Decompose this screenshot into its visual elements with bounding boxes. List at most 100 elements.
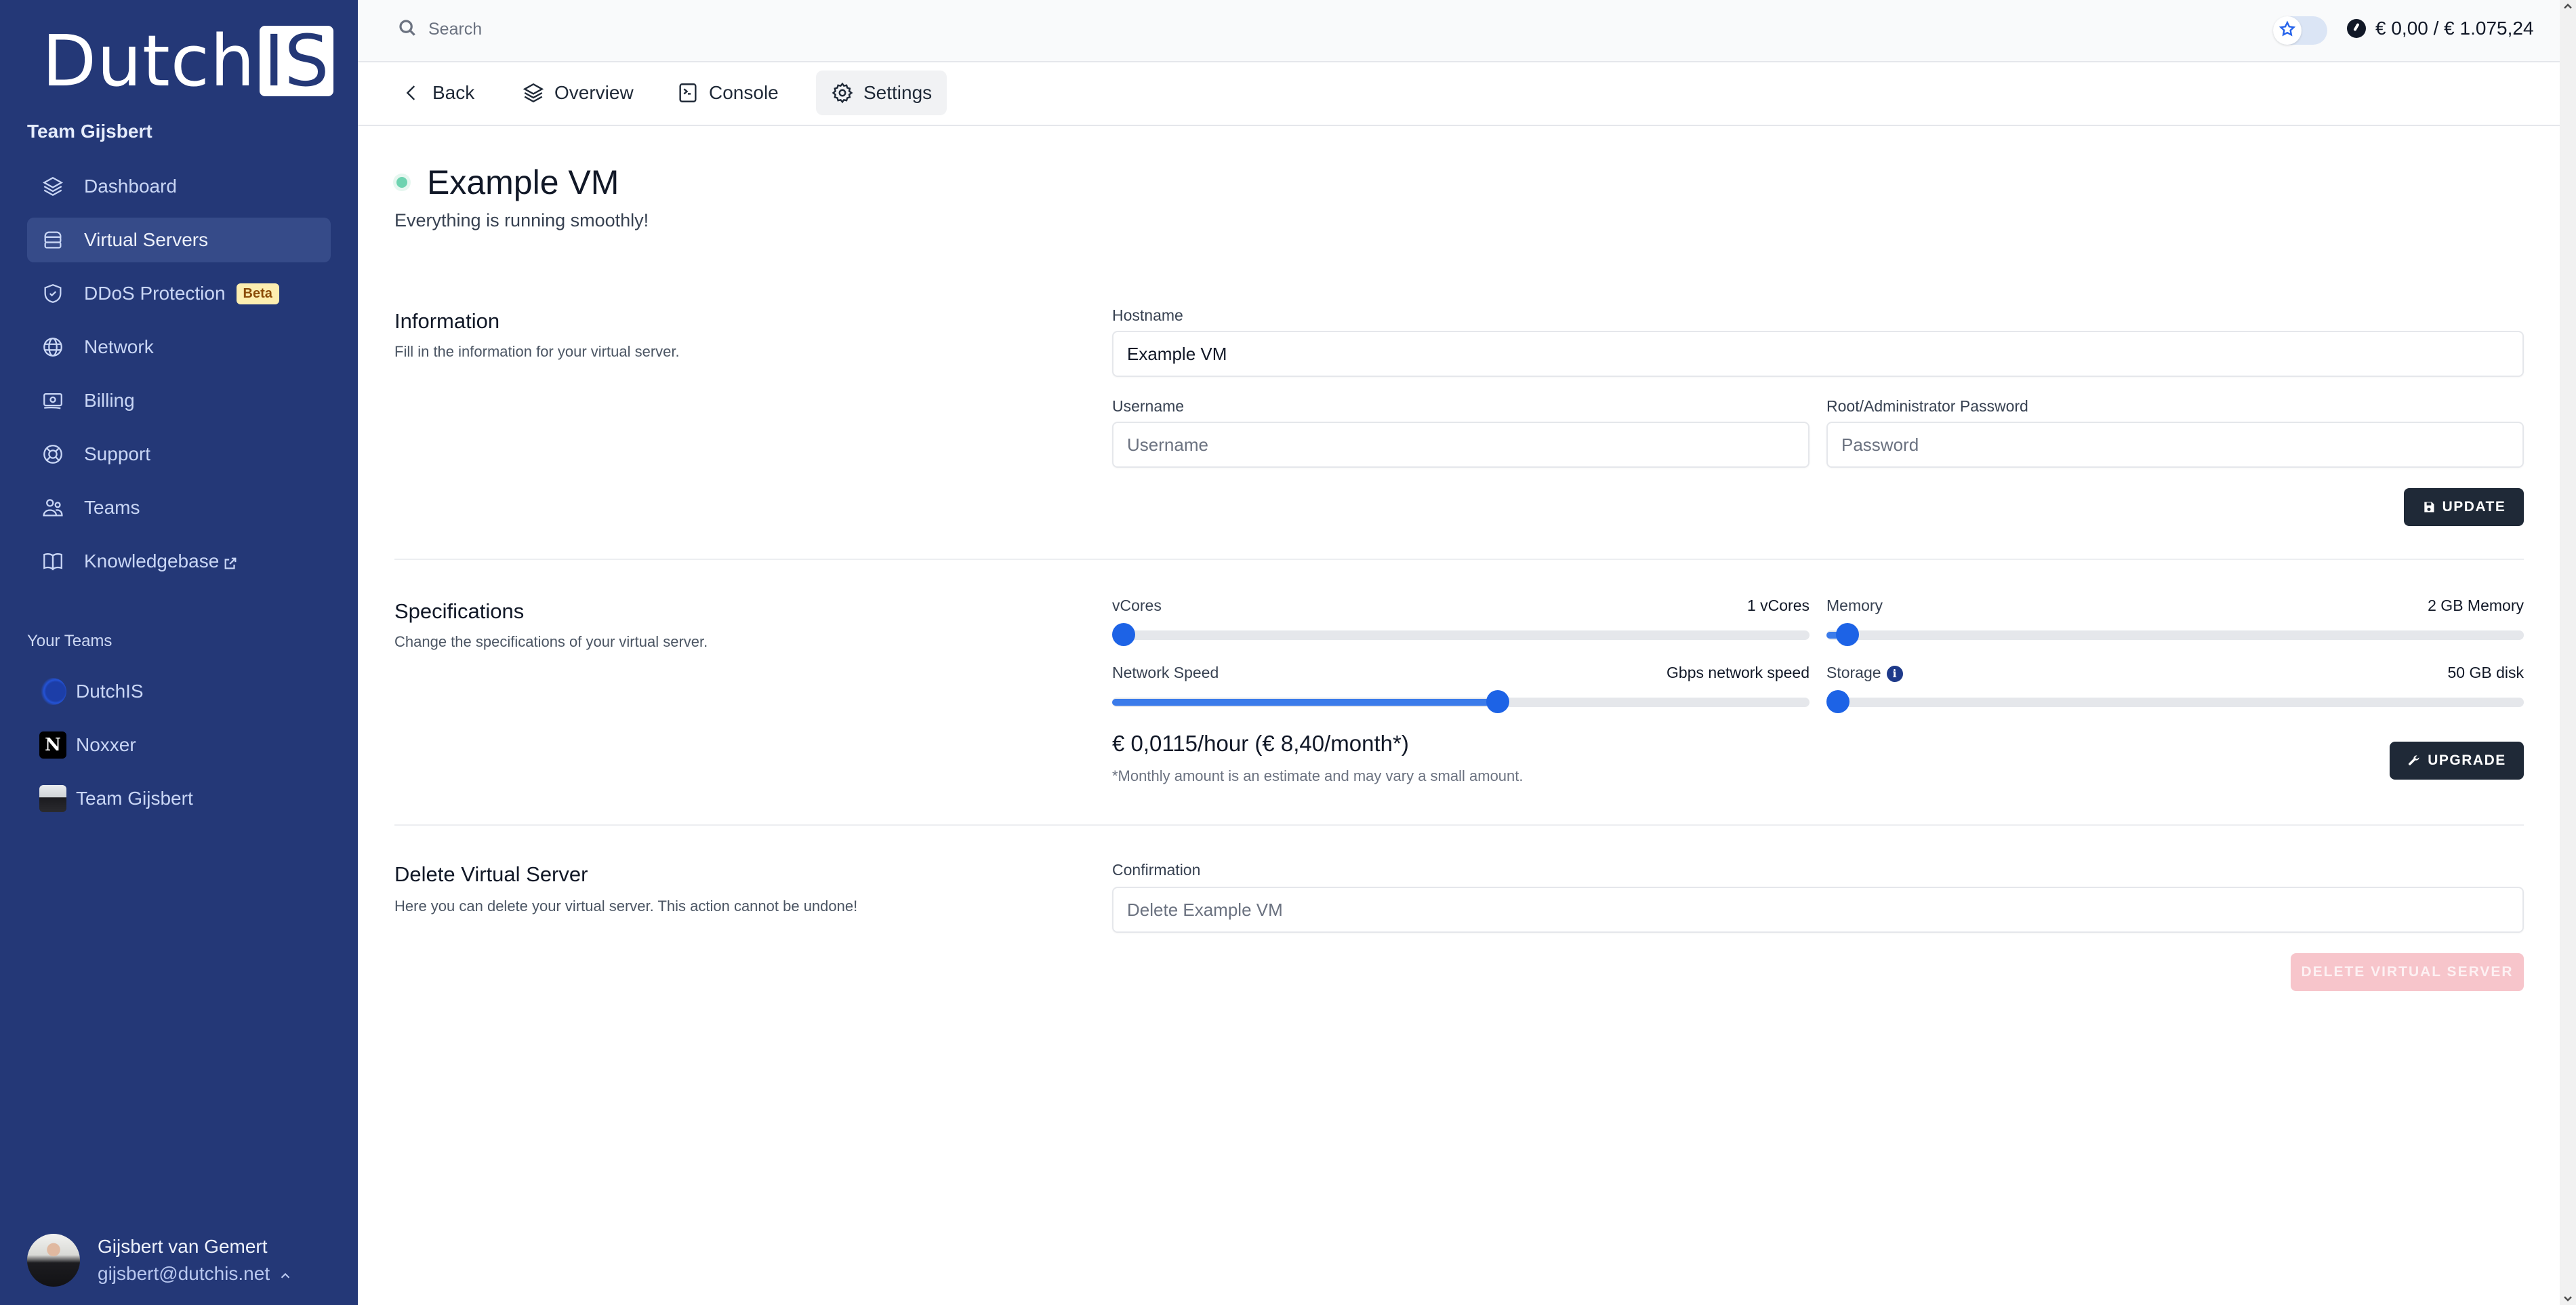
sidebar: Dutch IS Team Gijsbert Dashboard Virtual … bbox=[0, 0, 358, 1305]
slider-thumb[interactable] bbox=[1835, 623, 1859, 646]
tab-label: Settings bbox=[863, 82, 933, 103]
sidebar-item-virtual-servers[interactable]: Virtual Servers bbox=[27, 218, 331, 262]
book-icon bbox=[41, 549, 65, 574]
sidebar-item-knowledgebase[interactable]: Knowledgebase bbox=[27, 539, 331, 584]
team-item-label: Noxxer bbox=[76, 734, 136, 755]
user-name: Gijsbert van Gemert bbox=[98, 1236, 268, 1257]
external-link-icon bbox=[223, 554, 238, 569]
banknote-icon bbox=[41, 388, 65, 413]
memory-slider[interactable] bbox=[1826, 623, 2524, 646]
team-item-team-gijsbert[interactable]: Team Gijsbert bbox=[39, 771, 331, 825]
layers-icon bbox=[523, 83, 544, 103]
delete-description: Here you can delete your virtual server.… bbox=[394, 898, 858, 915]
sidebar-nav: Dashboard Virtual Servers DDoS Protectio… bbox=[27, 164, 331, 593]
sidebar-item-label: Dashboard bbox=[84, 176, 177, 197]
tab-label: Back bbox=[432, 82, 475, 103]
storage-slider[interactable] bbox=[1826, 690, 2524, 713]
network-speed-slider[interactable] bbox=[1112, 690, 1810, 713]
layers-icon bbox=[41, 174, 65, 199]
upgrade-button[interactable]: UPGRADE bbox=[2390, 742, 2524, 780]
dutchis-logo[interactable]: Dutch IS bbox=[42, 26, 333, 96]
slider-fill bbox=[1112, 699, 1498, 706]
gear-icon bbox=[832, 82, 853, 104]
sidebar-item-network[interactable]: Network bbox=[27, 325, 331, 369]
vm-name: Example VM bbox=[427, 163, 619, 201]
sidebar-item-label: DDoS Protection bbox=[84, 283, 226, 304]
section-divider bbox=[394, 824, 2524, 826]
hostname-input[interactable] bbox=[1112, 331, 2524, 377]
sidebar-item-teams[interactable]: Teams bbox=[27, 485, 331, 530]
username-input[interactable] bbox=[1112, 422, 1810, 468]
shield-check-icon bbox=[41, 281, 65, 306]
scroll-up-arrow-icon[interactable] bbox=[2562, 1, 2573, 12]
save-icon bbox=[2424, 502, 2434, 513]
toggle-knob bbox=[2273, 16, 2302, 45]
storage-label: Storage i bbox=[1826, 664, 1903, 682]
settings-content: Example VM Everything is running smoothl… bbox=[358, 127, 2560, 1305]
tab-settings[interactable]: Settings bbox=[816, 71, 947, 115]
sidebar-item-label: Billing bbox=[84, 390, 135, 411]
slider-thumb[interactable] bbox=[1826, 690, 1849, 713]
username-label: Username bbox=[1112, 397, 1185, 415]
sidebar-item-label: Knowledgebase bbox=[84, 550, 220, 571]
password-input[interactable] bbox=[1826, 422, 2524, 468]
team-item-dutchis[interactable]: DutchIS bbox=[39, 664, 331, 718]
sidebar-item-support[interactable]: Support bbox=[27, 432, 331, 477]
sidebar-item-billing[interactable]: Billing bbox=[27, 378, 331, 423]
top-bar: € 0,00 / € 1.075,24 bbox=[358, 0, 2560, 62]
vm-status-text: Everything is running smoothly! bbox=[394, 210, 649, 230]
credit-balance[interactable]: € 0,00 / € 1.075,24 bbox=[2347, 18, 2534, 39]
server-icon bbox=[41, 228, 65, 252]
chevron-up-icon bbox=[278, 1266, 293, 1281]
users-icon bbox=[41, 496, 65, 520]
back-button[interactable]: Back bbox=[385, 71, 489, 115]
sidebar-item-label: Support bbox=[84, 443, 151, 464]
favorite-toggle[interactable] bbox=[2273, 16, 2327, 45]
current-team-name: Team Gijsbert bbox=[27, 121, 152, 142]
storage-value: 50 GB disk bbox=[2447, 664, 2524, 681]
beta-badge: Beta bbox=[236, 283, 279, 304]
dutchis-team-avatar bbox=[39, 677, 66, 705]
sidebar-item-dashboard[interactable]: Dashboard bbox=[27, 164, 331, 209]
user-menu[interactable]: Gijsbert van Gemert gijsbert@dutchis.net bbox=[27, 1234, 293, 1287]
vertical-scrollbar[interactable] bbox=[2560, 0, 2576, 1305]
team-item-noxxer[interactable]: N Noxxer bbox=[39, 718, 331, 771]
delete-virtual-server-button[interactable]: DELETE VIRTUAL SERVER bbox=[2291, 953, 2524, 991]
sidebar-item-ddos-protection[interactable]: DDoS Protection Beta bbox=[27, 271, 331, 316]
upgrade-button-label: UPGRADE bbox=[2428, 752, 2506, 768]
vm-tab-bar: Back Overview Console Settings bbox=[358, 62, 2560, 126]
update-button-label: UPDATE bbox=[2442, 499, 2506, 515]
tab-label: Overview bbox=[554, 82, 634, 103]
info-icon[interactable]: i bbox=[1886, 665, 1903, 682]
status-indicator bbox=[393, 174, 411, 191]
user-email: gijsbert@dutchis.net bbox=[98, 1263, 270, 1284]
delete-title: Delete Virtual Server bbox=[394, 862, 588, 886]
tab-overview[interactable]: Overview bbox=[507, 71, 649, 115]
sidebar-item-label: Virtual Servers bbox=[84, 229, 209, 250]
vcores-slider[interactable] bbox=[1112, 623, 1810, 646]
specifications-title: Specifications bbox=[394, 599, 525, 623]
sidebar-item-label: Network bbox=[84, 336, 154, 357]
price-estimate: € 0,0115/hour (€ 8,40/month*) bbox=[1112, 731, 1409, 756]
sidebar-item-label: Teams bbox=[84, 497, 140, 518]
user-avatar bbox=[27, 1234, 80, 1287]
scroll-down-arrow-icon[interactable] bbox=[2562, 1293, 2573, 1304]
slider-thumb[interactable] bbox=[1486, 690, 1510, 713]
team-item-label: DutchIS bbox=[76, 680, 144, 702]
update-button[interactable]: UPDATE bbox=[2404, 488, 2524, 526]
tab-console[interactable]: Console bbox=[661, 71, 794, 115]
wrench-icon bbox=[2409, 755, 2419, 765]
network-speed-value: Gbps network speed bbox=[1667, 664, 1810, 681]
globe-icon bbox=[41, 335, 65, 359]
your-teams-heading: Your Teams bbox=[27, 632, 113, 650]
vcores-label: vCores bbox=[1112, 597, 1162, 614]
star-icon bbox=[2278, 20, 2296, 41]
slider-thumb[interactable] bbox=[1112, 623, 1135, 646]
price-note: *Monthly amount is an estimate and may v… bbox=[1112, 767, 1524, 784]
credit-text: € 0,00 / € 1.075,24 bbox=[2375, 18, 2534, 39]
search-icon bbox=[397, 18, 417, 41]
teams-list: DutchIS N Noxxer Team Gijsbert bbox=[39, 664, 331, 825]
confirmation-input[interactable] bbox=[1112, 887, 2524, 933]
search-input[interactable] bbox=[428, 20, 970, 39]
logo-word: Dutch bbox=[42, 20, 255, 102]
